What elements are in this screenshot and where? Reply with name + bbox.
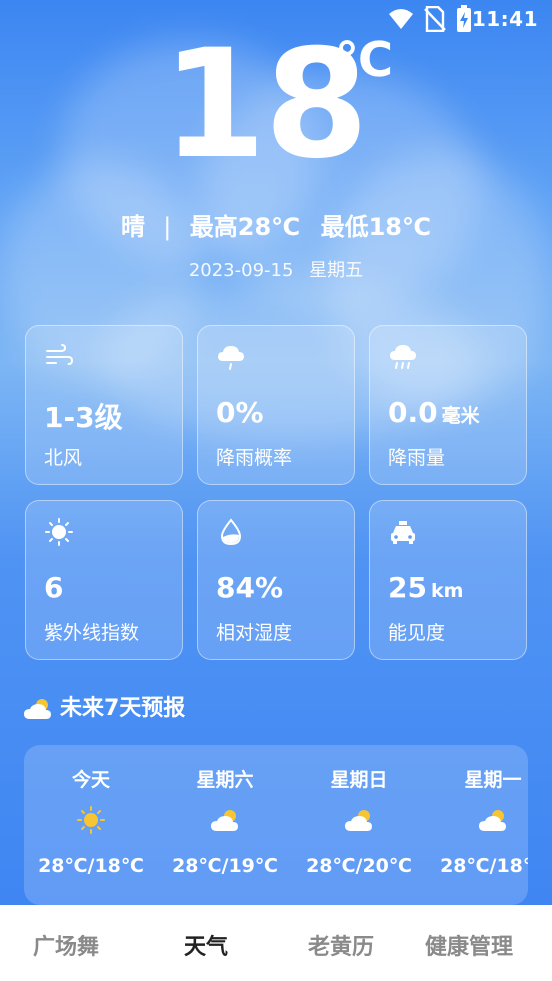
visibility-unit: km [430, 580, 464, 602]
forecast-day-name: 星期日 [330, 769, 388, 791]
rainfall-card[interactable]: 0.0 毫米 降雨量 [369, 325, 527, 485]
temperature-unit: ℃ [335, 32, 394, 88]
forecast-day-name: 今天 [71, 769, 110, 791]
uv-value: 6 [44, 571, 64, 604]
sun-icon [77, 806, 105, 834]
status-time: 11:41 [471, 7, 538, 31]
visibility-value: 25 km [388, 571, 464, 604]
high-temp: 最高28℃ [189, 213, 301, 241]
tab-square-dance[interactable]: 广场舞 [33, 929, 99, 961]
forecast-temp-range: 28℃/20℃ [306, 855, 412, 877]
visibility-label: 能见度 [388, 622, 446, 644]
humidity-card[interactable]: 84% 相对湿度 [197, 500, 355, 660]
forecast-temp-range: 28℃/18℃ [38, 855, 144, 877]
forecast-title: 未来7天预报 [22, 690, 185, 722]
wifi-icon [389, 9, 413, 29]
partly-cloudy-icon [479, 810, 506, 831]
cloud-drizzle-icon [218, 346, 244, 370]
tab-almanac[interactable]: 老黄历 [308, 929, 374, 961]
tab-weather[interactable]: 天气 [184, 929, 228, 961]
partly-cloudy-icon [211, 810, 238, 831]
forecast-temp-range: 28℃/18℃ [440, 855, 528, 877]
car-icon [391, 521, 415, 544]
partly-cloudy-icon [24, 699, 51, 719]
uv-card[interactable]: 6 紫外线指数 [25, 500, 183, 660]
low-temp: 最低18℃ [320, 213, 432, 241]
cloud-rain-icon [390, 345, 416, 369]
rainfall-value: 0.0 毫米 [388, 396, 480, 429]
wind-label: 北风 [44, 447, 83, 469]
no-sim-icon [424, 6, 446, 32]
tab-health[interactable]: 健康管理 [425, 929, 513, 961]
wind-value: 1-3级 [44, 401, 123, 434]
forecast-panel[interactable]: 今天 28℃/18℃ 星期六 28℃/19℃ 星期日 28℃/20℃ 星期一 2… [24, 745, 528, 905]
rainfall-unit: 毫米 [441, 405, 480, 427]
battery-charging-icon [457, 5, 471, 32]
forecast-temp-range: 28℃/19℃ [172, 855, 278, 877]
rainfall-label: 降雨量 [388, 447, 446, 469]
humidity-label: 相对湿度 [216, 622, 293, 644]
sun-icon [45, 518, 73, 546]
forecast-day-name: 星期一 [464, 769, 522, 791]
wind-card[interactable]: 1-3级 北风 [25, 325, 183, 485]
visibility-card[interactable]: 25 km 能见度 [369, 500, 527, 660]
rain-probability-value: 0% [216, 396, 264, 429]
humidity-value: 84% [216, 571, 284, 604]
bottom-tab-bar: 广场舞 天气 老黄历 健康管理 [0, 905, 552, 981]
uv-label: 紫外线指数 [44, 622, 140, 644]
condition-text: 晴 [120, 213, 145, 241]
rain-probability-label: 降雨概率 [216, 447, 293, 469]
partly-cloudy-icon [345, 810, 372, 831]
wind-icon [46, 344, 74, 365]
current-date: 2023-09-15 [188, 260, 294, 281]
current-weekday: 星期五 [309, 260, 364, 281]
date-line: 2023-09-15 星期五 [0, 256, 552, 282]
weather-summary: 晴 | 最高28℃ 最低18℃ [0, 207, 552, 242]
forecast-day-name: 星期六 [196, 769, 254, 791]
summary-separator: | [163, 213, 172, 241]
rain-probability-card[interactable]: 0% 降雨概率 [197, 325, 355, 485]
water-drop-icon [220, 518, 242, 546]
